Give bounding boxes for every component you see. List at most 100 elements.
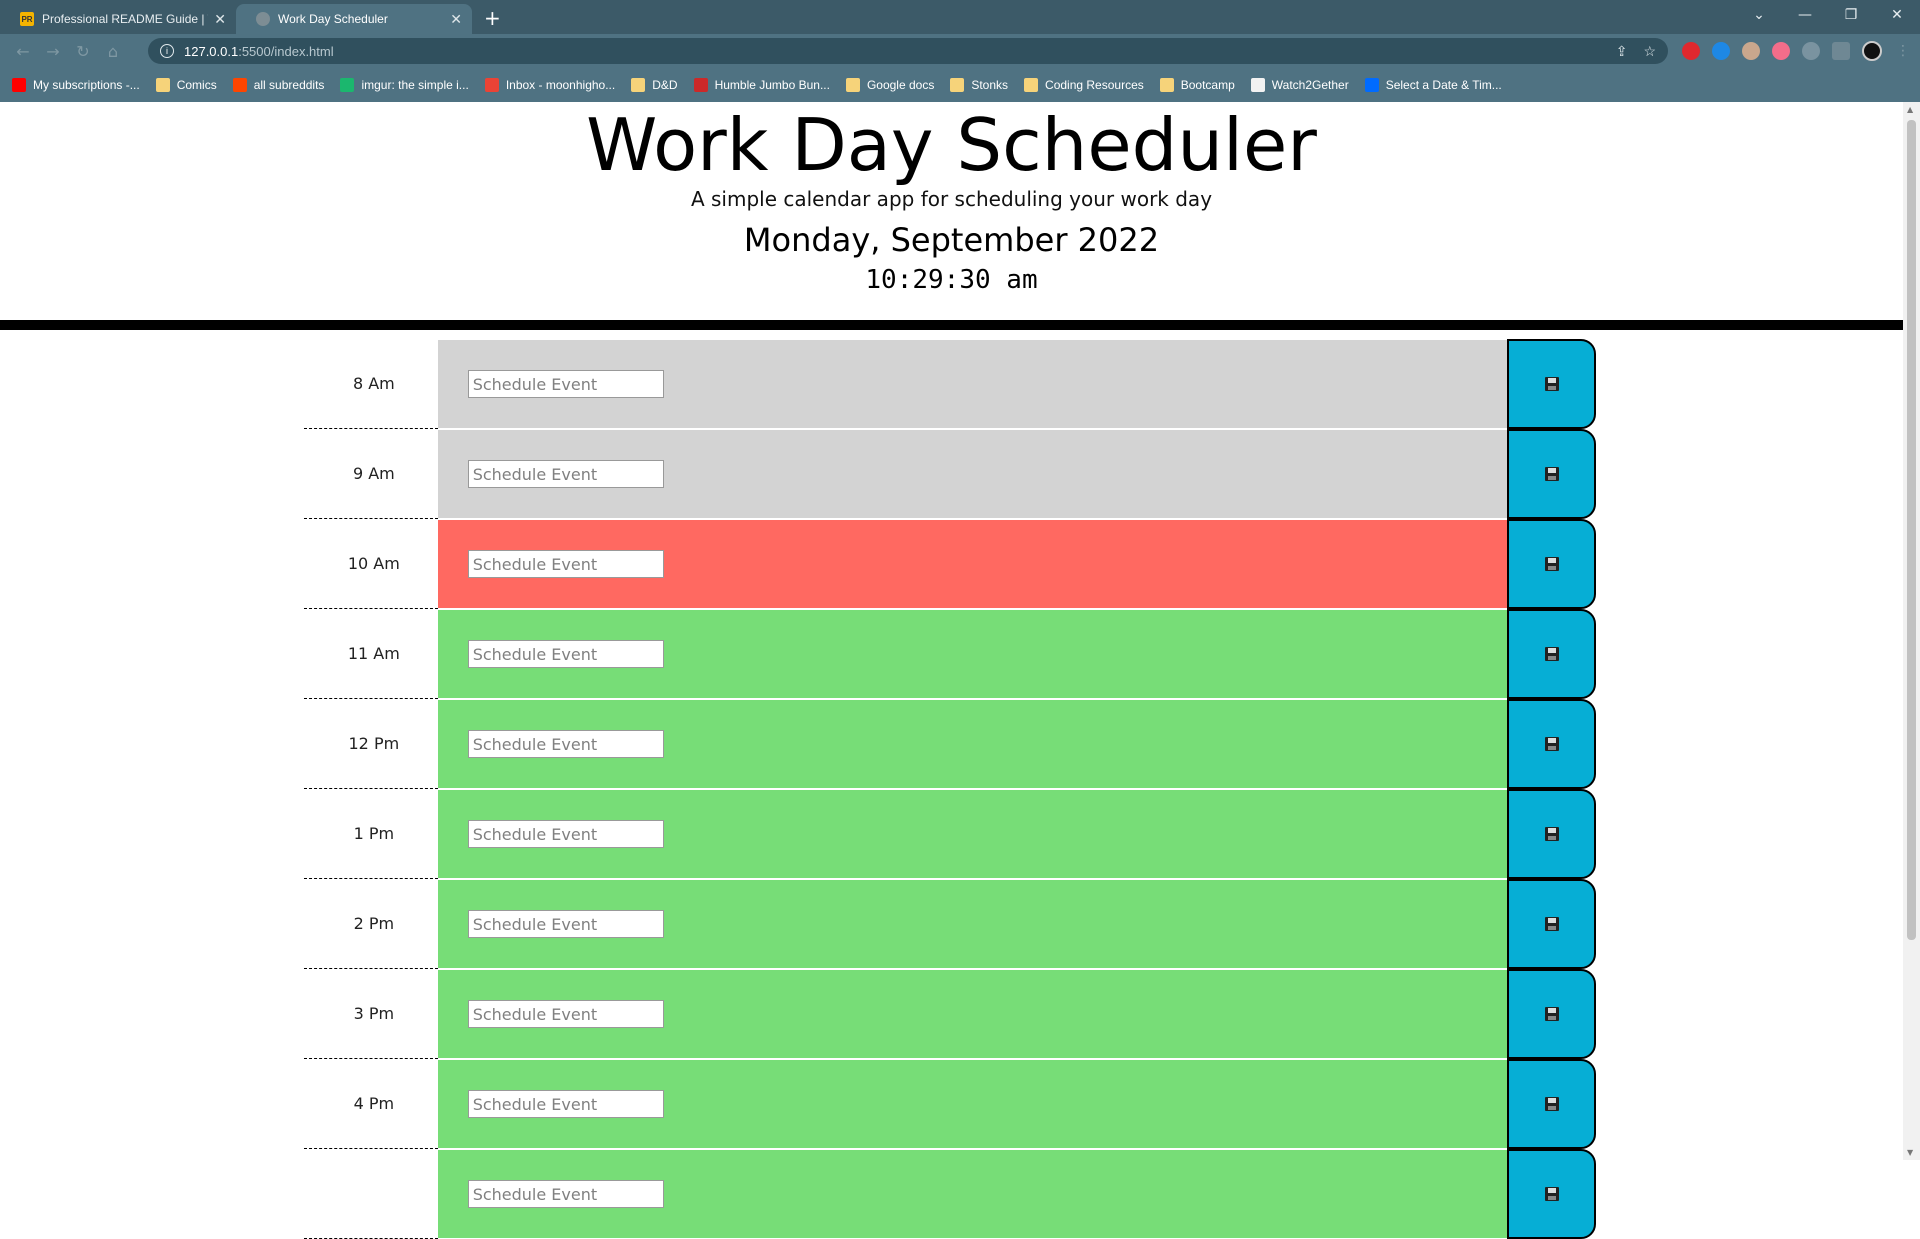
home-icon[interactable]: ⌂ bbox=[98, 42, 128, 61]
schedule-event-input[interactable] bbox=[467, 640, 664, 668]
bookmark-item[interactable]: Select a Date & Tim... bbox=[1364, 78, 1502, 92]
bookmark-label: Bootcamp bbox=[1180, 78, 1235, 92]
bookmark-item[interactable]: Bootcamp bbox=[1159, 78, 1235, 92]
tab-work-day-scheduler[interactable]: Work Day Scheduler ✕ bbox=[236, 4, 472, 34]
folder-icon bbox=[1159, 78, 1174, 92]
scrollbar-thumb[interactable] bbox=[1907, 120, 1916, 940]
floppy-disk-icon bbox=[1544, 827, 1559, 841]
extension-video-icon[interactable] bbox=[1772, 42, 1790, 60]
new-tab-button[interactable]: + bbox=[484, 6, 501, 30]
scroll-down-arrow-icon[interactable]: ▼ bbox=[1907, 1148, 1913, 1157]
bookmark-item[interactable]: imgur: the simple i... bbox=[340, 78, 469, 92]
minimize-button[interactable]: — bbox=[1782, 7, 1828, 23]
reload-icon[interactable]: ↻ bbox=[68, 42, 98, 61]
bookmark-item[interactable]: Humble Jumbo Bun... bbox=[693, 78, 830, 92]
tab-readme-guide[interactable]: PR Professional README Guide | The ✕ bbox=[0, 4, 236, 34]
youtube-icon bbox=[12, 78, 26, 92]
site-info-icon[interactable]: i bbox=[160, 44, 174, 58]
time-block-row: 2 Pm bbox=[304, 879, 1596, 969]
extension-red-icon[interactable] bbox=[1682, 42, 1700, 60]
save-button[interactable] bbox=[1507, 1149, 1596, 1239]
address-bar[interactable]: i 127.0.0.1:5500/index.html ⇪ ☆ bbox=[148, 38, 1668, 64]
reddit-icon bbox=[232, 78, 247, 92]
tab-search-chevron-icon[interactable]: ⌄ bbox=[1736, 7, 1782, 23]
schedule-event-input[interactable] bbox=[467, 1180, 664, 1208]
bookmark-item[interactable]: Inbox - moonhigho... bbox=[484, 78, 616, 92]
bookmark-item[interactable]: Comics bbox=[155, 78, 217, 92]
bookmark-star-icon[interactable]: ☆ bbox=[1643, 43, 1656, 60]
floppy-disk-icon bbox=[1544, 557, 1559, 571]
schedule-event-input[interactable] bbox=[467, 1000, 664, 1028]
bookmark-label: D&D bbox=[652, 78, 678, 92]
time-block-row: 12 Pm bbox=[304, 699, 1596, 789]
bookmark-item[interactable]: Google docs bbox=[845, 78, 934, 92]
schedule-event-input[interactable] bbox=[467, 370, 664, 398]
bookmark-item[interactable]: Stonks bbox=[950, 78, 1008, 92]
save-button[interactable] bbox=[1507, 879, 1596, 969]
extension-mask-icon[interactable] bbox=[1742, 42, 1760, 60]
extension-puzzle-icon[interactable] bbox=[1802, 42, 1820, 60]
browser-toolbar: ← → ↻ ⌂ i 127.0.0.1:5500/index.html ⇪ ☆ … bbox=[0, 34, 1920, 68]
tab-close-icon[interactable]: ✕ bbox=[450, 11, 462, 28]
save-button[interactable] bbox=[1507, 969, 1596, 1059]
bookmark-label: My subscriptions -... bbox=[33, 78, 140, 92]
bookmark-item[interactable]: D&D bbox=[631, 78, 678, 92]
bookmark-item[interactable]: all subreddits bbox=[232, 78, 324, 92]
readme-favicon-icon: PR bbox=[20, 12, 34, 26]
profile-avatar[interactable] bbox=[1862, 41, 1882, 61]
schedule-event-input[interactable] bbox=[467, 730, 664, 758]
floppy-disk-icon bbox=[1544, 467, 1559, 481]
folder-icon bbox=[631, 78, 646, 92]
floppy-disk-icon bbox=[1544, 377, 1559, 391]
tab-close-icon[interactable]: ✕ bbox=[214, 11, 226, 28]
save-button[interactable] bbox=[1507, 519, 1596, 609]
time-block-row: 11 Am bbox=[304, 609, 1596, 699]
extension-blue-icon[interactable] bbox=[1712, 42, 1730, 60]
scroll-up-arrow-icon[interactable]: ▲ bbox=[1907, 105, 1913, 114]
extensions-area: ⋮ bbox=[1682, 41, 1912, 61]
restore-button[interactable]: ❐ bbox=[1828, 7, 1874, 23]
back-arrow-icon[interactable]: ← bbox=[8, 42, 38, 61]
save-button[interactable] bbox=[1507, 429, 1596, 519]
save-button[interactable] bbox=[1507, 339, 1596, 429]
humble-icon bbox=[693, 78, 708, 92]
time-block-future bbox=[437, 1149, 1508, 1239]
time-block-present bbox=[437, 519, 1508, 609]
menu-kebab-icon[interactable]: ⋮ bbox=[1894, 42, 1912, 60]
imgur-icon bbox=[340, 78, 355, 92]
schedule-event-input[interactable] bbox=[467, 460, 664, 488]
page-subtitle: A simple calendar app for scheduling you… bbox=[690, 187, 1213, 212]
vertical-scrollbar[interactable]: ▲ ▼ bbox=[1903, 102, 1920, 1160]
forward-arrow-icon[interactable]: → bbox=[38, 42, 68, 61]
schedule-event-input[interactable] bbox=[467, 1090, 664, 1118]
save-button[interactable] bbox=[1507, 789, 1596, 879]
save-button[interactable] bbox=[1507, 1059, 1596, 1149]
hour-label: 2 Pm bbox=[304, 879, 438, 969]
close-window-button[interactable]: ✕ bbox=[1874, 7, 1920, 23]
schedule-event-input[interactable] bbox=[467, 550, 664, 578]
schedule-container: 8 Am9 Am10 Am11 Am12 Pm1 Pm2 Pm3 Pm4 Pm bbox=[304, 339, 1596, 1239]
time-block-row bbox=[304, 1149, 1596, 1239]
hour-label: 10 Am bbox=[304, 519, 438, 609]
bookmark-label: imgur: the simple i... bbox=[361, 78, 469, 92]
calendly-icon bbox=[1364, 78, 1379, 92]
extension-sidebar-icon[interactable] bbox=[1832, 42, 1850, 60]
time-block-future bbox=[437, 789, 1508, 879]
time-block-future bbox=[437, 609, 1508, 699]
time-block-past bbox=[437, 339, 1508, 429]
share-icon[interactable]: ⇪ bbox=[1616, 43, 1628, 60]
save-button[interactable] bbox=[1507, 699, 1596, 789]
floppy-disk-icon bbox=[1544, 737, 1559, 751]
save-button[interactable] bbox=[1507, 609, 1596, 699]
bookmark-label: Watch2Gether bbox=[1271, 78, 1349, 92]
bookmark-item[interactable]: My subscriptions -... bbox=[12, 78, 140, 92]
bookmark-item[interactable]: Coding Resources bbox=[1024, 78, 1144, 92]
schedule-event-input[interactable] bbox=[467, 910, 664, 938]
hour-label: 11 Am bbox=[304, 609, 438, 699]
bookmark-item[interactable]: Watch2Gether bbox=[1250, 78, 1349, 92]
page-header: Work Day Scheduler A simple calendar app… bbox=[0, 102, 1903, 330]
schedule-event-input[interactable] bbox=[467, 820, 664, 848]
bookmark-label: Inbox - moonhigho... bbox=[505, 78, 616, 92]
floppy-disk-icon bbox=[1544, 647, 1559, 661]
bookmarks-bar: My subscriptions -... Comics all subreddit… bbox=[0, 68, 1920, 102]
